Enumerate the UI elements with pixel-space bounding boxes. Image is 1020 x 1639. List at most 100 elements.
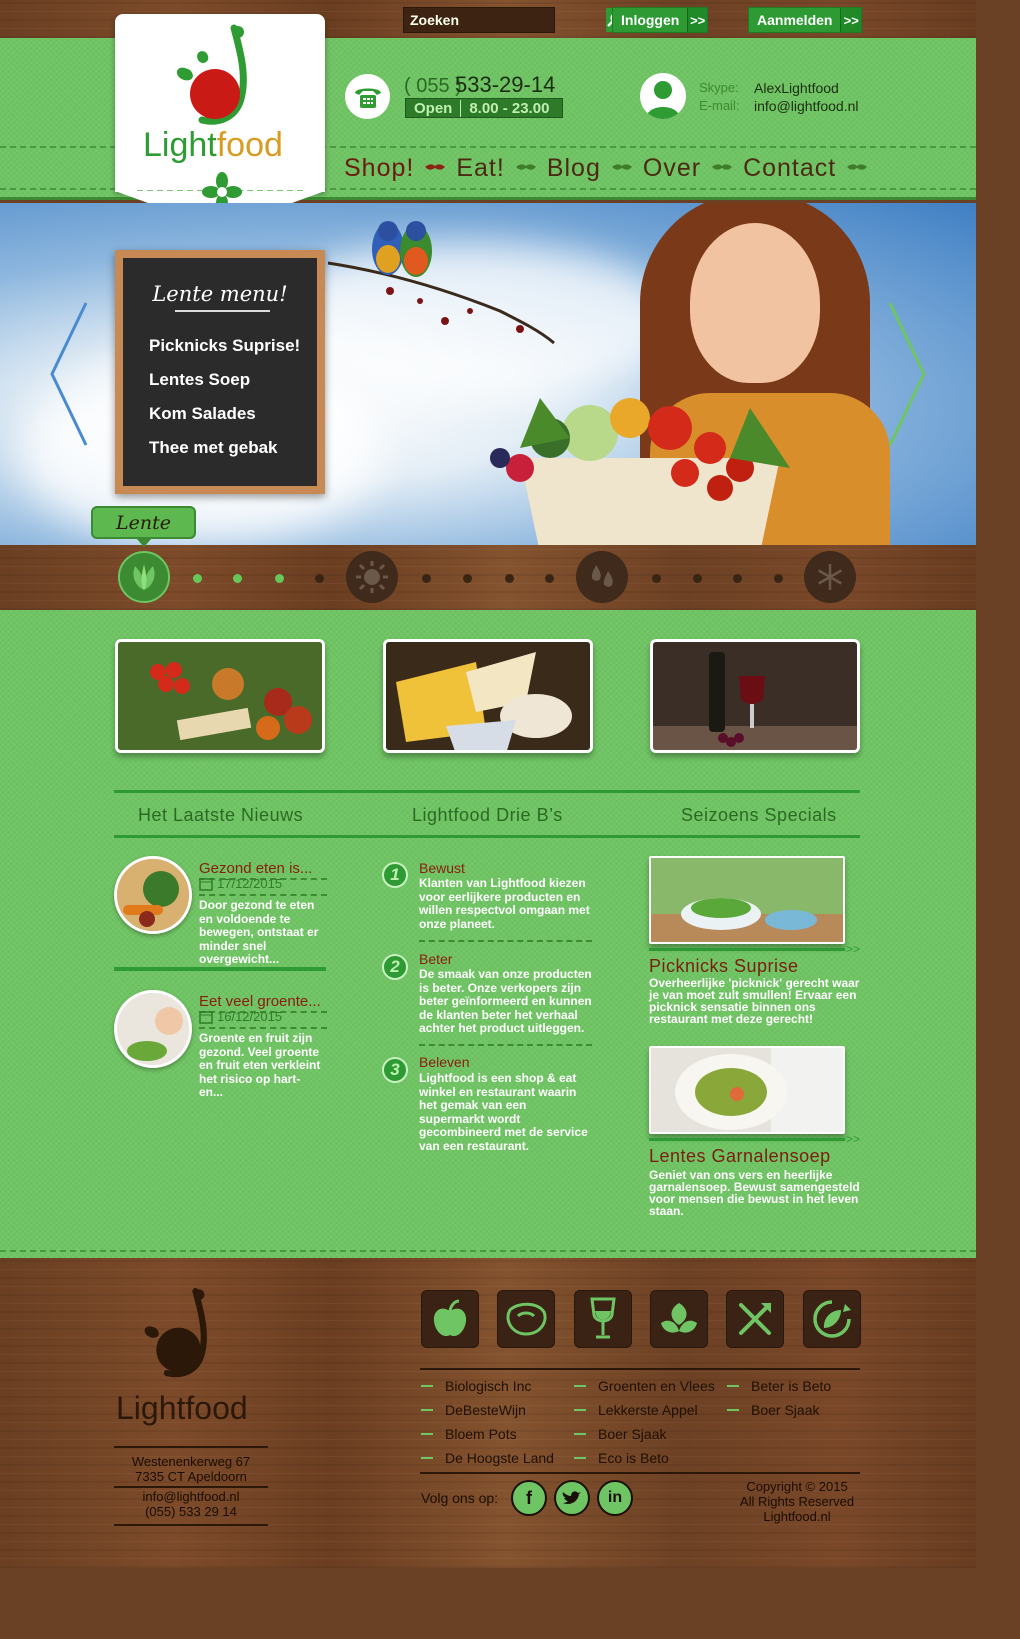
links-column-2: Groenten en Vlees Lekkerste Appel Boer S… (574, 1374, 715, 1470)
leaf-icon (426, 162, 444, 174)
search-box[interactable] (403, 7, 622, 33)
footer-links-top-divider (420, 1368, 860, 1370)
cheese-photo[interactable] (383, 639, 593, 753)
phone-number: 533-29-14 (455, 72, 556, 97)
phone-badge (345, 74, 390, 119)
progress-dot (233, 574, 242, 583)
user-avatar[interactable] (640, 73, 686, 119)
nav-contact[interactable]: Contact (743, 154, 836, 183)
fruit-category-button[interactable] (421, 1290, 479, 1348)
meat-category-button[interactable] (497, 1290, 555, 1348)
number-badge: 2 (382, 954, 408, 980)
footer-link[interactable]: DeBesteWijn (421, 1398, 554, 1422)
restaurant-category-button[interactable] (726, 1290, 784, 1348)
spring-season-button[interactable] (118, 551, 170, 603)
footer-link[interactable]: Boer Sjaak (574, 1422, 715, 1446)
special-title[interactable]: Picknicks Suprise (649, 956, 799, 977)
footer-logo-icon (144, 1288, 207, 1378)
leaf-icon (848, 162, 866, 174)
b-divider (419, 940, 592, 942)
footer-phone: (055) 533 29 14 (145, 1504, 237, 1519)
menu-item[interactable]: Thee met gebak (149, 438, 300, 458)
leaf-icon (613, 162, 631, 174)
summer-season-button[interactable] (346, 551, 398, 603)
wine-category-button[interactable] (574, 1290, 632, 1348)
logo-icon (176, 24, 247, 125)
footer-email[interactable]: info@lightfood.nl (114, 1489, 268, 1504)
footer-link[interactable]: Boer Sjaak (727, 1398, 831, 1422)
follow-label: Volg ons op: (421, 1490, 499, 1506)
area-code: ( 055 ) (404, 75, 462, 97)
nav-blog[interactable]: Blog (547, 154, 601, 183)
nav-shop[interactable]: Shop! (344, 154, 414, 183)
facebook-button[interactable]: f (511, 1480, 547, 1516)
winter-season-button[interactable] (804, 551, 856, 603)
footer-link[interactable]: Bloem Pots (421, 1422, 554, 1446)
autumn-season-button[interactable] (576, 551, 628, 603)
plants-category-button[interactable] (650, 1290, 708, 1348)
linkedin-button[interactable]: in (597, 1480, 633, 1516)
special-arrow[interactable]: >> (846, 942, 860, 956)
wine-photo[interactable] (650, 639, 860, 753)
number-badge: 3 (382, 1057, 408, 1083)
cheese-photo-graphic (386, 642, 590, 750)
footer-link[interactable]: De Hoogste Land (421, 1446, 554, 1470)
footer-divider (114, 1486, 268, 1488)
login-button[interactable]: Inloggen >> (612, 7, 708, 33)
leaf-icon (517, 162, 535, 174)
footer-divider (114, 1446, 268, 1448)
b-title: Beter (419, 951, 453, 967)
eco-category-button[interactable] (803, 1290, 861, 1348)
skype-value[interactable]: AlexLightfood (754, 80, 839, 96)
organic-vegetables-photo[interactable] (115, 639, 325, 753)
calendar-icon (199, 1010, 213, 1024)
bs-heading: Lightfood Drie B’s (412, 805, 563, 825)
content-stitch (0, 1250, 976, 1252)
skype-label: Skype: (699, 80, 739, 95)
news-thumbnail[interactable] (114, 856, 192, 934)
news-thumbnail[interactable] (114, 990, 192, 1068)
footer-address: Westenenkerweg 67 7335 CT Apeldoorn (114, 1454, 268, 1484)
logo-card[interactable]: Lightfood (115, 14, 325, 192)
special-text: Overheerlijke 'picknick' gerecht waar je… (649, 976, 860, 1026)
special-title[interactable]: Lentes Garnalensoep (649, 1146, 831, 1167)
footer-link[interactable]: Lekkerste Appel (574, 1398, 715, 1422)
nav-over[interactable]: Over (643, 154, 701, 183)
opening-hours: Open 8.00 - 23.00 (405, 98, 563, 118)
progress-dot (733, 574, 742, 583)
login-label: Inloggen (621, 12, 680, 28)
menu-item[interactable]: Picknicks Suprise! (149, 336, 300, 356)
news-title[interactable]: Eet veel groente... (199, 993, 321, 1010)
email-value[interactable]: info@lightfood.nl (754, 98, 859, 114)
progress-dot (545, 574, 554, 583)
menu-item[interactable]: Lentes Soep (149, 370, 300, 390)
twitter-button[interactable] (554, 1480, 590, 1516)
footer-link[interactable]: Biologisch Inc (421, 1374, 554, 1398)
next-arrow[interactable] (886, 301, 928, 447)
b-text: Lightfood is een shop & eat winkel en re… (419, 1071, 588, 1153)
email-label: E-mail: (699, 98, 740, 113)
footer-link[interactable]: Beter is Beto (727, 1374, 831, 1398)
copyright-line: All Rights Reserved (739, 1494, 855, 1509)
progress-dot (693, 574, 702, 583)
menu-item[interactable]: Kom Salades (149, 404, 300, 424)
main-nav: Shop! Eat! Blog Over Contact (344, 152, 878, 184)
menu-title: Lente menu! (152, 282, 288, 306)
logo-text-food: food (216, 126, 283, 164)
footer-link[interactable]: Groenten en Vlees (574, 1374, 715, 1398)
user-icon (646, 81, 680, 119)
footer-link[interactable]: Eco is Beto (574, 1446, 715, 1470)
special-underline (649, 948, 845, 951)
season-tag: Lente (91, 506, 196, 539)
special-photo[interactable] (649, 1046, 845, 1134)
special-arrow[interactable]: >> (846, 1132, 860, 1146)
special-photo[interactable] (649, 856, 845, 944)
signup-button[interactable]: Aanmelden >> (748, 7, 862, 33)
organic-photo-graphic (118, 642, 322, 750)
snowflake-icon (818, 564, 842, 590)
news-title[interactable]: Gezond eten is... (199, 860, 312, 877)
sun-icon (356, 561, 388, 593)
search-input[interactable] (404, 12, 606, 28)
nav-eat[interactable]: Eat! (456, 154, 504, 183)
prev-arrow[interactable] (48, 301, 90, 447)
